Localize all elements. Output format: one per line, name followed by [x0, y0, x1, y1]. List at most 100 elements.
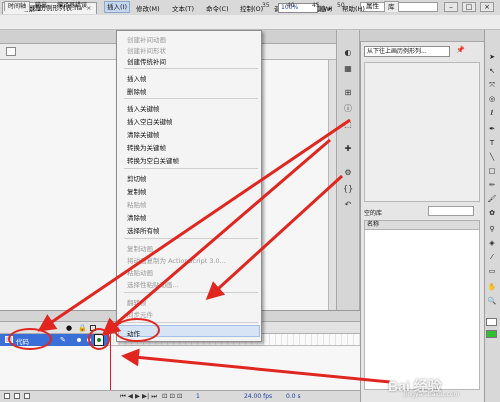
context-menu-item[interactable]: 清除关键帧 — [127, 129, 160, 139]
motion-presets-icon[interactable]: ⚙ — [343, 168, 353, 178]
lasso-tool-icon[interactable]: ℓ — [487, 108, 497, 118]
library-document-select[interactable]: 从下往上画历例形列... — [364, 46, 450, 57]
baidu-watermark-url: jingyan.baidu.com — [404, 391, 460, 398]
tab-compiler-errors[interactable]: 编译器错误 — [54, 1, 90, 11]
hand-tool-icon[interactable]: ✋ — [487, 282, 497, 292]
menu-item[interactable]: 插入(I) — [104, 1, 130, 13]
lock-icon[interactable]: 🔒 — [78, 324, 87, 332]
menu-item[interactable]: 修改(M) — [136, 3, 160, 13]
context-menu-item: 复制动画 — [127, 245, 153, 253]
stage-scrollbar[interactable] — [328, 60, 336, 310]
menu-bar — [0, 15, 500, 30]
context-menu-item: 翻转帧 — [127, 299, 147, 307]
menu-separator — [124, 98, 258, 99]
menu-separator — [124, 292, 258, 293]
frame-number: 45 — [312, 2, 320, 9]
back-arrow-icon[interactable] — [6, 47, 16, 56]
context-menu-item[interactable]: 转换为关键帧 — [127, 142, 166, 152]
context-menu-item[interactable]: 删除帧 — [127, 86, 147, 96]
new-layer-icon[interactable] — [4, 393, 10, 399]
swatches-icon[interactable]: ▦ — [343, 64, 353, 74]
current-frame: 1 — [196, 393, 200, 400]
3d-rotation-icon[interactable]: ◎ — [487, 94, 497, 104]
menu-item[interactable]: 文本(T) — [172, 3, 194, 13]
context-menu-item: 创建补间形状 — [127, 47, 166, 55]
fill-color-swatch[interactable] — [486, 330, 497, 338]
layer-visible-dot[interactable] — [77, 338, 81, 342]
context-menu-item: 选择性粘贴动画... — [127, 281, 179, 289]
playhead[interactable] — [110, 322, 111, 390]
elapsed-time: 0.0 s — [286, 393, 301, 400]
frame-number: 50 — [337, 2, 345, 9]
align-icon[interactable]: ⊞ — [343, 88, 353, 98]
library-list[interactable] — [364, 230, 480, 390]
paint-bucket-icon[interactable]: ◈ — [487, 238, 497, 248]
stroke-color-swatch[interactable] — [486, 318, 497, 326]
history-icon[interactable]: ↶ — [343, 200, 353, 210]
eyedropper-icon[interactable]: ⁄ — [487, 252, 497, 262]
close-button[interactable]: × — [480, 2, 494, 12]
context-menu-item[interactable]: 插入帧 — [127, 73, 147, 83]
tab-properties[interactable]: 属性 — [363, 1, 382, 12]
components-icon[interactable]: ✚ — [343, 144, 353, 154]
tab-output[interactable]: 输出 — [32, 1, 50, 11]
eraser-tool-icon[interactable]: ▭ — [487, 266, 497, 276]
context-menu-item[interactable]: 插入关键帧 — [127, 103, 160, 113]
code-snippets-icon[interactable]: {} — [343, 184, 353, 194]
frame-rate[interactable]: 24.00 fps — [244, 393, 272, 400]
pencil-tool-icon[interactable]: ✏ — [487, 180, 497, 190]
maximize-button[interactable]: □ — [462, 2, 476, 12]
menu-item[interactable]: 帮助(H) — [342, 3, 365, 13]
tab-library[interactable]: 库 — [384, 1, 399, 12]
brush-tool-icon[interactable]: 🖌 — [487, 194, 497, 204]
zoom-tool-icon[interactable]: 🔍 — [487, 296, 497, 306]
context-menu-item: 粘贴帧 — [127, 201, 147, 209]
frame-number: 40 — [287, 2, 295, 9]
deco-tool-icon[interactable]: ✿ — [487, 208, 497, 218]
transform-icon[interactable]: ⬚ — [343, 120, 353, 130]
bone-tool-icon[interactable]: ⚲ — [487, 224, 497, 234]
context-menu-item[interactable]: 转换为空白关键帧 — [127, 155, 179, 165]
line-tool-icon[interactable]: ╲ — [487, 152, 497, 162]
menu-item[interactable]: 命令(C) — [206, 3, 229, 13]
menu-separator — [124, 68, 258, 69]
onion-skin-icon[interactable]: ⊡ ⊡ ⊡ — [162, 392, 182, 400]
library-column-name[interactable]: 名称 — [364, 220, 480, 230]
info-icon[interactable]: ⓘ — [343, 104, 353, 114]
subselection-tool-icon[interactable]: ↖ — [487, 66, 497, 76]
context-menu-item[interactable]: 选择所有帧 — [127, 225, 160, 235]
panel-tab-row — [360, 30, 484, 42]
library-preview — [364, 62, 480, 202]
free-transform-icon[interactable]: ⤧ — [487, 80, 497, 90]
annotation-circle-keyframe — [88, 328, 110, 350]
context-menu-item[interactable]: 清除帧 — [127, 212, 147, 222]
context-menu-item[interactable]: 创建传统补间 — [127, 56, 166, 66]
menu-separator — [124, 238, 258, 239]
text-tool-icon[interactable]: T — [487, 138, 497, 148]
library-item-count: 空的库 — [364, 210, 383, 217]
context-menu-item[interactable]: 插入空白关键帧 — [127, 116, 173, 126]
context-menu-item: 将动画复制为 ActionScript 3.0... — [127, 257, 226, 265]
annotation-circle-layer — [8, 328, 52, 350]
new-folder-icon[interactable] — [14, 393, 20, 399]
tab-timeline[interactable]: 时间轴 — [4, 1, 31, 11]
context-menu-item[interactable]: 剪切帧 — [127, 173, 147, 183]
delete-layer-icon[interactable] — [24, 393, 30, 399]
menu-separator — [124, 168, 258, 169]
selection-tool-icon[interactable]: ➤ — [487, 52, 497, 62]
rectangle-tool-icon[interactable]: □ — [487, 166, 497, 176]
eye-icon[interactable]: ● — [66, 324, 72, 332]
library-search-input[interactable] — [428, 206, 474, 216]
pen-tool-icon[interactable]: ✒ — [487, 124, 497, 134]
pencil-icon: ✎ — [60, 336, 66, 344]
pin-icon[interactable]: 📌 — [456, 46, 465, 54]
context-menu-item: 创建补间动画 — [127, 36, 166, 44]
timeline-body — [0, 346, 360, 390]
frame-number: 35 — [262, 2, 270, 9]
minimize-button[interactable]: – — [444, 2, 458, 12]
color-panel-icon[interactable]: ◐ — [343, 48, 353, 58]
context-menu-item: 粘贴动画 — [127, 269, 153, 277]
context-menu-item[interactable]: 复制帧 — [127, 186, 147, 196]
playback-controls[interactable]: ⏮ ◀ ▶ ▶| ⏭ — [120, 392, 157, 401]
menu-item[interactable]: 控制(O) — [240, 3, 263, 13]
